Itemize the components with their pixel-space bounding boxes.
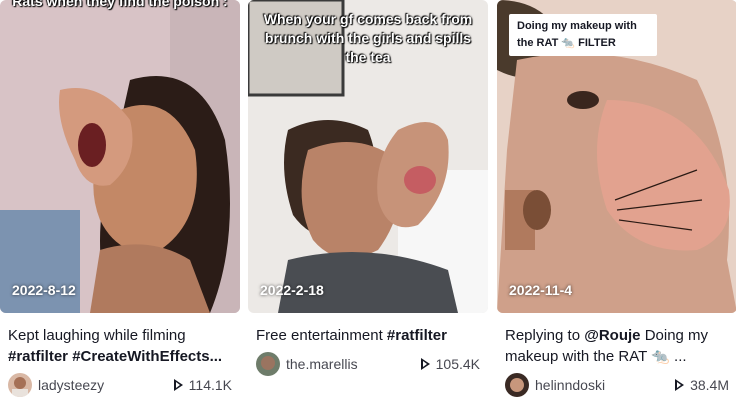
author-username[interactable]: ladysteezy: [38, 377, 174, 393]
view-count-value: 105.4K: [435, 356, 480, 372]
video-description[interactable]: Replying to @Rouje Doing my makeup with …: [497, 325, 729, 367]
video-overlay-text: Doing my makeup with the RAT 🐀 FILTER: [509, 14, 657, 56]
view-count-value: 38.4M: [690, 377, 729, 393]
video-card[interactable]: Doing my makeup with the RAT 🐀 FILTER 20…: [497, 0, 736, 397]
video-thumbnail[interactable]: Rats when they find the poison : 2022-8-…: [0, 0, 240, 313]
video-card[interactable]: Rats when they find the poison : 2022-8-…: [0, 0, 240, 397]
video-overlay-text: When your gf comes back from brunch with…: [263, 11, 473, 65]
play-outline-icon: [420, 358, 430, 370]
video-overlay-text: Rats when they find the poison :: [12, 0, 228, 9]
video-thumbnail[interactable]: Doing my makeup with the RAT 🐀 FILTER 20…: [497, 0, 736, 313]
video-meta: helinndoski 38.4M: [497, 373, 736, 397]
video-date: 2022-8-12: [12, 282, 76, 298]
view-count: 114.1K: [173, 377, 232, 393]
author-username[interactable]: helinndoski: [535, 377, 675, 393]
mention-link[interactable]: @Rouje: [584, 327, 640, 344]
video-date: 2022-11-4: [509, 282, 573, 298]
avatar[interactable]: [256, 352, 280, 376]
video-thumbnail[interactable]: When your gf comes back from brunch with…: [248, 0, 488, 313]
description-text: Free entertainment: [256, 327, 383, 344]
view-count-value: 114.1K: [188, 377, 232, 393]
hashtag-link[interactable]: #ratfilter #CreateWithEffects...: [8, 348, 222, 365]
video-meta: ladysteezy 114.1K: [0, 373, 240, 397]
play-outline-icon: [675, 379, 685, 391]
description-text: Kept laughing while filming: [8, 327, 186, 344]
description-prefix: Replying to: [505, 327, 581, 344]
avatar[interactable]: [505, 373, 529, 397]
video-card[interactable]: When your gf comes back from brunch with…: [248, 0, 488, 376]
video-date: 2022-2-18: [260, 282, 324, 298]
video-grid: Rats when they find the poison : 2022-8-…: [0, 0, 736, 408]
view-count: 38.4M: [675, 377, 729, 393]
view-count: 105.4K: [420, 356, 480, 372]
video-description[interactable]: Free entertainment #ratfilter: [248, 325, 480, 346]
thumbnail-image: [0, 0, 240, 313]
video-meta: the.marellis 105.4K: [248, 352, 488, 376]
hashtag-link[interactable]: #ratfilter: [387, 327, 447, 344]
author-username[interactable]: the.marellis: [286, 356, 421, 372]
play-outline-icon: [173, 379, 183, 391]
video-description[interactable]: Kept laughing while filming #ratfilter #…: [0, 325, 232, 367]
avatar[interactable]: [8, 373, 32, 397]
